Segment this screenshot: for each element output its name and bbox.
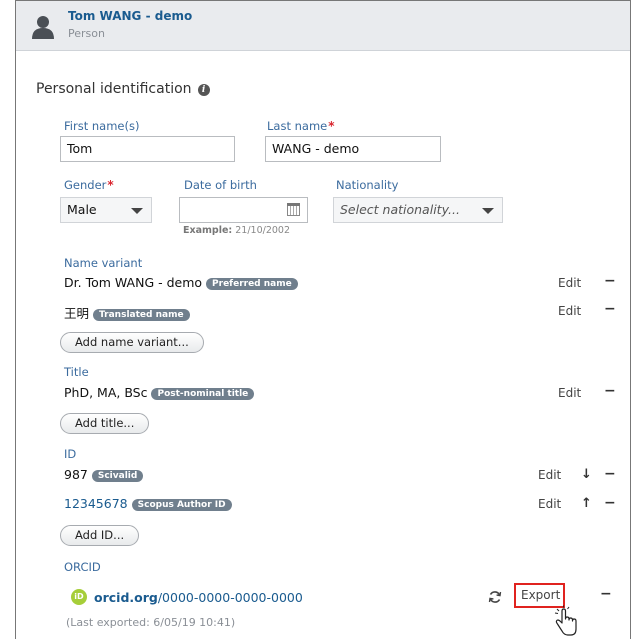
status-badge: Post-nominal title — [151, 388, 255, 400]
nationality-select[interactable]: Select nationality... — [333, 197, 503, 223]
title-label: Title — [64, 365, 89, 379]
dob-hint: Example: 21/10/2002 — [183, 225, 290, 236]
info-icon[interactable]: i — [197, 84, 210, 96]
person-icon — [32, 16, 54, 39]
remove-icon[interactable]: − — [604, 495, 616, 511]
dob-label: Date of birth — [184, 178, 257, 192]
status-badge: Preferred name — [206, 278, 298, 290]
dob-input[interactable] — [179, 197, 308, 223]
id-item: 987 Scivalid — [64, 467, 144, 482]
chevron-down-icon — [482, 208, 494, 214]
orcid-logo-icon: iD — [71, 589, 87, 605]
edit-link[interactable]: Edit — [538, 468, 561, 482]
orcid-profile-link[interactable]: orcid.org/0000-0000-0000-0000 — [94, 590, 303, 605]
remove-icon[interactable]: − — [604, 301, 616, 317]
add-title-button[interactable]: Add title... — [60, 413, 150, 434]
export-button[interactable]: Export — [521, 588, 560, 602]
gender-select[interactable]: Male — [60, 197, 152, 223]
first-name-label: First name(s) — [64, 119, 140, 133]
id-label: ID — [64, 447, 77, 461]
remove-icon[interactable]: − — [604, 466, 616, 482]
status-badge: Translated name — [93, 309, 190, 321]
remove-icon[interactable]: − — [604, 383, 616, 399]
gender-select-value: Male — [67, 202, 97, 217]
first-name-input[interactable]: Tom — [60, 136, 235, 162]
pointer-hand-icon — [554, 605, 577, 636]
required-marker: * — [107, 178, 114, 192]
last-name-label: Last name* — [267, 119, 335, 133]
add-name-variant-button[interactable]: Add name variant... — [60, 332, 204, 353]
move-up-icon[interactable]: ↑ — [581, 496, 592, 511]
id-item: 12345678 Scopus Author ID — [64, 496, 232, 511]
name-variant-label: Name variant — [64, 256, 143, 270]
orcid-domain: orcid.org — [94, 590, 158, 605]
orcid-path: /0000-0000-0000-0000 — [157, 590, 303, 605]
last-name-label-text: Last name — [267, 119, 328, 133]
remove-icon[interactable]: − — [600, 586, 612, 602]
gender-label-text: Gender — [64, 178, 107, 192]
status-badge: Scivalid — [91, 470, 144, 482]
required-marker: * — [328, 119, 335, 133]
dob-hint-prefix: Example: — [183, 225, 233, 236]
person-editor-window: Tom WANG - demo Person Personal identifi… — [15, 0, 631, 639]
nationality-placeholder: Select nationality... — [340, 202, 460, 217]
gender-label: Gender* — [64, 178, 114, 192]
refresh-icon[interactable] — [488, 590, 502, 604]
nationality-label: Nationality — [336, 178, 399, 192]
person-header: Tom WANG - demo Person — [16, 1, 630, 51]
name-variant-text: Dr. Tom WANG - demo — [64, 275, 203, 290]
person-name-title: Tom WANG - demo — [68, 9, 193, 23]
name-variant-item: Dr. Tom WANG - demo Preferred name — [64, 275, 298, 290]
section-title-text: Personal identification — [36, 81, 192, 97]
section-title: Personal identification i — [36, 81, 210, 97]
edit-link[interactable]: Edit — [558, 304, 581, 318]
remove-icon[interactable]: − — [604, 273, 616, 289]
move-down-icon[interactable]: ↓ — [581, 467, 592, 482]
edit-link[interactable]: Edit — [538, 497, 561, 511]
chevron-down-icon — [131, 208, 143, 214]
name-variant-text: 王明 — [64, 306, 90, 321]
orcid-last-exported: (Last exported: 6/05/19 10:41) — [66, 616, 236, 629]
orcid-label: ORCID — [64, 560, 101, 574]
edit-link[interactable]: Edit — [558, 276, 581, 290]
status-badge: Scopus Author ID — [131, 499, 232, 511]
add-id-button[interactable]: Add ID... — [60, 525, 140, 546]
name-variant-item: 王明 Translated name — [64, 303, 190, 322]
title-text: PhD, MA, BSc — [64, 385, 148, 400]
id-text: 987 — [64, 467, 88, 482]
last-name-input[interactable]: WANG - demo — [265, 136, 441, 162]
edit-link[interactable]: Edit — [558, 386, 581, 400]
person-type-label: Person — [68, 27, 105, 40]
id-text-link[interactable]: 12345678 — [64, 496, 128, 511]
title-item: PhD, MA, BSc Post-nominal title — [64, 385, 255, 400]
calendar-icon[interactable] — [287, 203, 300, 216]
dob-hint-value: 21/10/2002 — [235, 225, 291, 236]
